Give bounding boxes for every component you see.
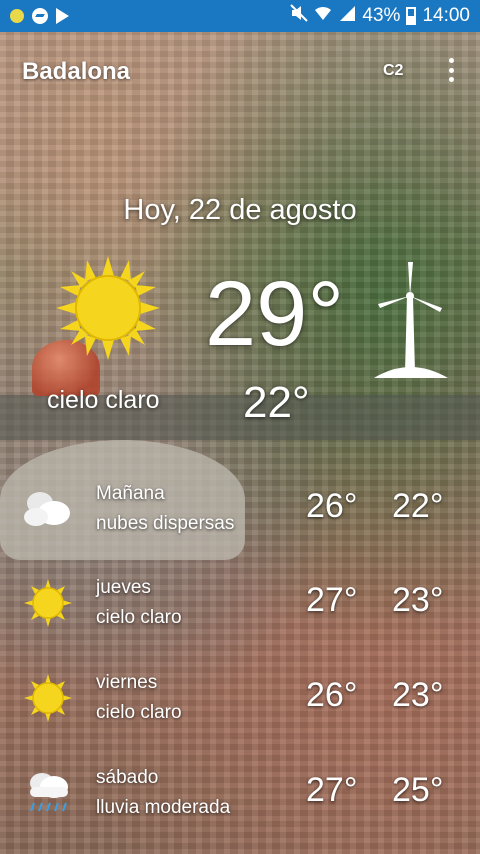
sun-icon <box>56 256 160 365</box>
current-low-temperature: 22° <box>243 378 310 427</box>
current-condition: cielo claro <box>47 386 160 414</box>
play-store-icon <box>56 8 69 24</box>
forecast-high: 26° <box>306 676 358 714</box>
forecast-low: 23° <box>392 581 444 619</box>
forecast-day: viernes <box>96 672 158 693</box>
forecast-high: 27° <box>306 771 358 809</box>
cloud-icon <box>22 483 74 536</box>
forecast-row[interactable]: viernes cielo claro 26° 23° <box>0 672 480 752</box>
forecast-low: 23° <box>392 676 444 714</box>
forecast-day: jueves <box>96 577 151 598</box>
battery-icon <box>406 7 417 25</box>
forecast-day: Mañana <box>96 483 165 504</box>
sun-icon <box>22 577 74 634</box>
sun-icon <box>22 672 74 729</box>
status-bar: 43% 14:00 <box>0 0 480 32</box>
forecast-low: 25° <box>392 771 444 809</box>
forecast-condition: nubes dispersas <box>96 513 235 534</box>
forecast-row[interactable]: Mañana nubes dispersas 26° 22° <box>0 483 480 563</box>
forecast-high: 26° <box>306 487 358 525</box>
rain-cloud-icon <box>22 767 74 824</box>
forecast-condition: cielo claro <box>96 607 182 628</box>
overflow-menu-icon[interactable] <box>446 58 456 82</box>
forecast-row[interactable]: sábado lluvia moderada 27° 25° <box>0 767 480 847</box>
current-temperature: 29° <box>205 263 345 365</box>
messenger-icon <box>32 8 48 24</box>
forecast-row[interactable]: jueves cielo claro 27° 23° <box>0 577 480 657</box>
battery-percent: 43% <box>362 5 401 26</box>
notification-dot-icon <box>10 9 24 23</box>
forecast-condition: lluvia moderada <box>96 797 231 818</box>
city-name[interactable]: Badalona <box>22 58 130 86</box>
wifi-icon <box>314 4 332 28</box>
clock: 14:00 <box>422 5 470 26</box>
forecast-low: 22° <box>392 487 444 525</box>
current-date: Hoy, 22 de agosto <box>123 194 357 226</box>
forecast-condition: cielo claro <box>96 702 182 723</box>
mute-icon <box>290 4 309 28</box>
unit-toggle[interactable]: C2 <box>383 62 403 80</box>
wind-turbine-icon <box>370 260 450 387</box>
signal-icon <box>338 4 356 28</box>
forecast-day: sábado <box>96 767 159 788</box>
forecast-high: 27° <box>306 581 358 619</box>
